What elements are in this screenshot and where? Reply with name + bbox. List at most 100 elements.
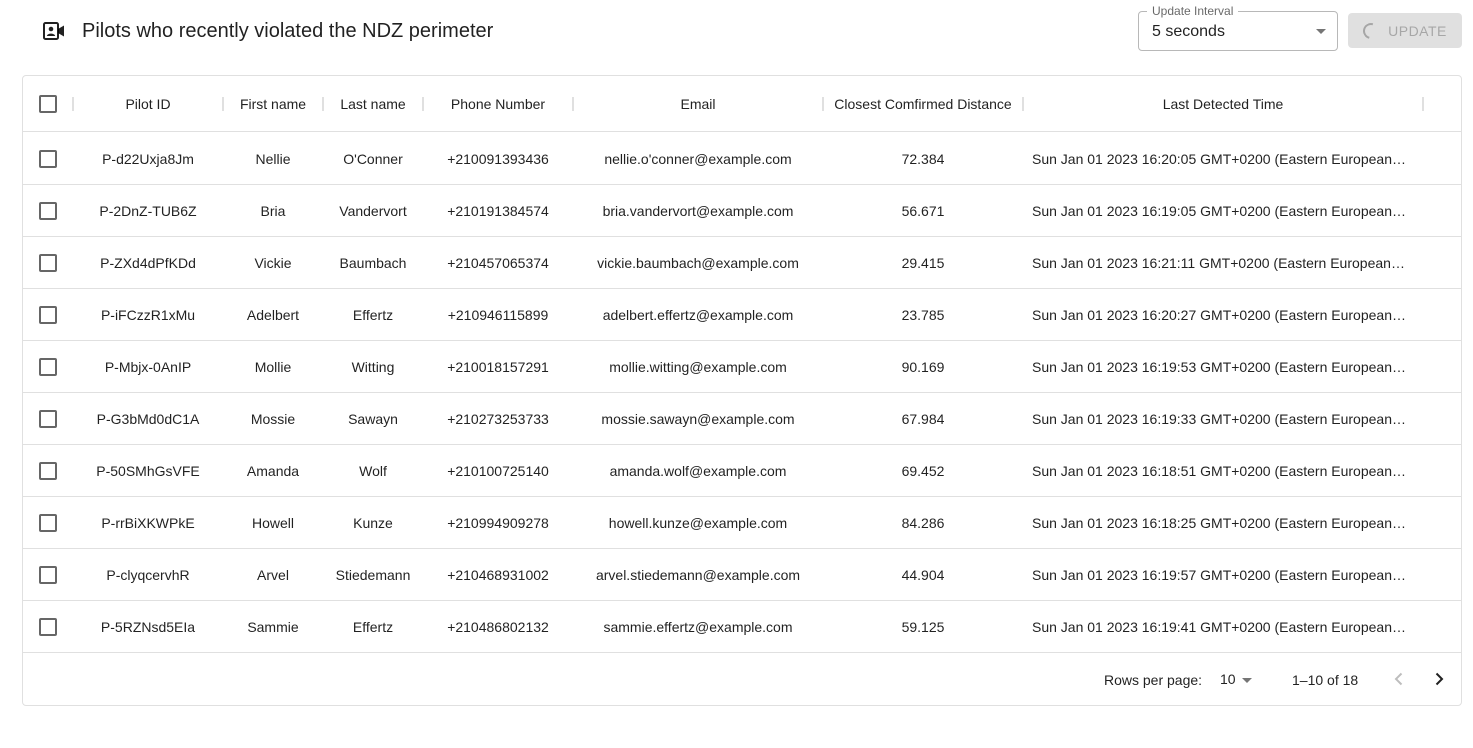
cell-pilot-id: P-iFCzzR1xMu [100,306,196,323]
update-interval-label: Update Interval [1147,4,1239,18]
cell-distance: 56.671 [901,202,945,219]
cell-distance: 69.452 [901,462,945,479]
cell-distance: 84.286 [901,514,945,531]
update-button[interactable]: UPDATE [1348,13,1462,48]
row-checkbox[interactable] [39,565,57,584]
rows-per-page-label: Rows per page: [1104,672,1203,688]
update-interval-select[interactable]: Update Interval 5 seconds [1138,4,1338,51]
row-checkbox-cell [23,185,73,236]
row-checkbox-cell [23,601,73,652]
contact-video-icon [43,22,64,40]
row-checkbox-cell [23,393,73,444]
cell-first-name: Arvel [257,566,289,583]
cell-phone: +210091393436 [447,150,549,167]
cell-distance: 59.125 [901,618,945,635]
table-row[interactable]: P-rrBiXKWPkE Howell Kunze +210994909278 … [23,497,1461,549]
cell-email: bria.vandervort@example.com [602,202,794,219]
cell-pilot-id: P-clyqcervhR [106,566,190,583]
cell-last-detected: Sun Jan 01 2023 16:19:33 GMT+0200 (Easte… [1032,411,1408,427]
cell-phone: +210457065374 [447,254,549,271]
row-checkbox[interactable] [39,513,57,532]
row-checkbox[interactable] [39,305,57,324]
row-checkbox-cell [23,133,73,184]
cell-email: adelbert.effertz@example.com [602,306,794,323]
row-checkbox-cell [23,237,73,288]
table-row[interactable]: P-d22Uxja8Jm Nellie O'Conner +2100913934… [23,133,1461,185]
row-checkbox[interactable] [39,201,57,220]
pagination-footer: Rows per page: 10 1–10 of 18 [23,653,1461,705]
page-title: Pilots who recently violated the NDZ per… [82,20,494,42]
cell-last-detected: Sun Jan 01 2023 16:19:05 GMT+0200 (Easte… [1032,203,1408,219]
cell-phone: +210946115899 [447,306,549,323]
row-checkbox-cell [23,445,73,496]
pilots-data-grid: Pilot ID First name Last name Phone Numb… [22,75,1462,706]
table-row[interactable]: P-5RZNsd5EIa Sammie Effertz +21048680213… [23,601,1461,653]
next-page-button[interactable] [1425,665,1453,693]
select-all-checkbox[interactable] [39,94,57,113]
dropdown-arrow-icon [1316,29,1326,34]
grid-body: P-d22Uxja8Jm Nellie O'Conner +2100913934… [23,133,1461,653]
cell-pilot-id: P-d22Uxja8Jm [102,150,194,167]
cell-last-detected: Sun Jan 01 2023 16:20:05 GMT+0200 (Easte… [1032,151,1408,167]
cell-pilot-id: P-2DnZ-TUB6Z [99,202,197,219]
table-row[interactable]: P-50SMhGsVFE Amanda Wolf +210100725140 a… [23,445,1461,497]
cell-first-name: Mossie [250,410,296,427]
cell-phone: +210468931002 [447,566,549,583]
column-header-distance[interactable]: Closest Comfirmed Distance [823,76,1023,131]
grid-header-row: Pilot ID First name Last name Phone Numb… [23,76,1461,132]
cell-phone: +210018157291 [447,358,549,375]
rows-per-page-select[interactable]: 10 [1220,671,1236,687]
cell-phone: +210486802132 [447,618,549,635]
update-button-label: UPDATE [1388,22,1447,39]
cell-distance: 72.384 [901,150,945,167]
cell-pilot-id: P-rrBiXKWPkE [101,514,195,531]
table-row[interactable]: P-G3bMd0dC1A Mossie Sawayn +210273253733… [23,393,1461,445]
column-header-email[interactable]: Email [573,76,823,131]
cell-last-name: Vandervort [339,202,407,219]
update-interval-value: 5 seconds [1152,23,1225,40]
column-header-last-detected[interactable]: Last Detected Time [1023,76,1423,131]
column-header-pilot-id[interactable]: Pilot ID [73,76,223,131]
cell-first-name: Bria [260,202,286,219]
cell-distance: 23.785 [901,306,945,323]
cell-last-name: Baumbach [339,254,407,271]
cell-first-name: Mollie [254,358,292,375]
cell-pilot-id: P-50SMhGsVFE [96,462,200,479]
pagination-range: 1–10 of 18 [1292,672,1359,688]
cell-distance: 90.169 [901,358,945,375]
row-checkbox[interactable] [39,409,57,428]
cell-last-name: Effertz [352,618,394,635]
select-all-cell [23,76,73,131]
column-header-last-name[interactable]: Last name [323,76,423,131]
cell-phone: +210100725140 [447,462,549,479]
cell-last-name: Effertz [352,306,394,323]
previous-page-button[interactable] [1385,665,1413,693]
cell-last-detected: Sun Jan 01 2023 16:18:25 GMT+0200 (Easte… [1032,515,1408,531]
cell-phone: +210994909278 [447,514,549,531]
cell-last-detected: Sun Jan 01 2023 16:19:41 GMT+0200 (Easte… [1032,619,1408,635]
row-checkbox[interactable] [39,149,57,168]
table-row[interactable]: P-ZXd4dPfKDd Vickie Baumbach +2104570653… [23,237,1461,289]
cell-email: vickie.baumbach@example.com [597,254,799,271]
cell-last-name: Kunze [353,514,393,531]
cell-email: howell.kunze@example.com [608,514,788,531]
loading-spinner-icon [1360,19,1383,42]
column-header-first-name[interactable]: First name [223,76,323,131]
table-row[interactable]: P-clyqcervhR Arvel Stiedemann +210468931… [23,549,1461,601]
rows-per-page-dropdown-icon[interactable] [1242,678,1252,683]
table-row[interactable]: P-iFCzzR1xMu Adelbert Effertz +210946115… [23,289,1461,341]
cell-last-name: Wolf [359,462,387,479]
row-checkbox[interactable] [39,617,57,636]
column-header-phone[interactable]: Phone Number [423,76,573,131]
cell-email: nellie.o'conner@example.com [604,150,792,167]
chevron-right-icon [1435,672,1444,686]
row-checkbox-cell [23,549,73,600]
cell-last-detected: Sun Jan 01 2023 16:20:27 GMT+0200 (Easte… [1032,307,1408,323]
row-checkbox[interactable] [39,253,57,272]
table-row[interactable]: P-Mbjx-0AnIP Mollie Witting +21001815729… [23,341,1461,393]
row-checkbox[interactable] [39,357,57,376]
column-separator[interactable] [1422,97,1424,111]
cell-last-detected: Sun Jan 01 2023 16:19:53 GMT+0200 (Easte… [1032,359,1408,375]
table-row[interactable]: P-2DnZ-TUB6Z Bria Vandervort +2101913845… [23,185,1461,237]
row-checkbox[interactable] [39,461,57,480]
